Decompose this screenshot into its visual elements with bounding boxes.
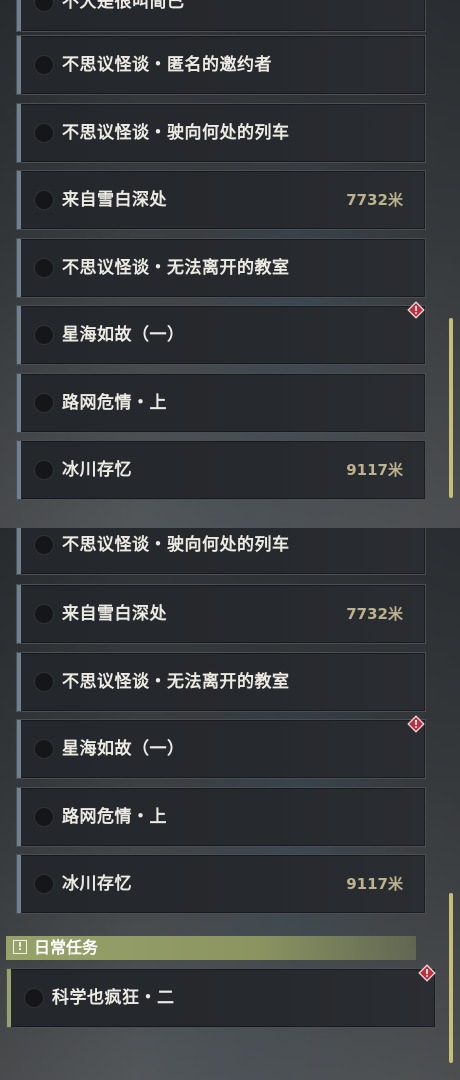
quest-radio[interactable]	[34, 258, 54, 278]
quest-distance: 9117米	[346, 875, 403, 893]
quest-item[interactable]: 路网危情・上	[16, 787, 426, 847]
quest-label: 不思议怪谈・匿名的邀约者	[62, 55, 272, 75]
quest-label: 冰川存忆	[62, 874, 132, 894]
quest-item[interactable]: 来自雪白深处 7732米	[16, 584, 426, 644]
quest-item[interactable]: 星海如故（一）	[16, 719, 426, 779]
daily-tasks-title: 日常任务	[34, 938, 99, 957]
quest-radio[interactable]	[34, 874, 54, 894]
quest-label: 星海如故（一）	[62, 325, 185, 345]
quest-label: 不大是很叫简已	[62, 0, 185, 12]
quest-radio[interactable]	[34, 0, 54, 12]
quest-item[interactable]: 冰川存忆 9117米	[16, 854, 426, 914]
quest-radio[interactable]	[34, 460, 54, 480]
quest-label: 冰川存忆	[62, 460, 132, 480]
quest-radio[interactable]	[34, 739, 54, 759]
quest-item-daily[interactable]: 科学也疯狂・二	[6, 968, 436, 1028]
quest-radio[interactable]	[34, 325, 54, 345]
quest-radio[interactable]	[34, 672, 54, 692]
quest-label: 星海如故（一）	[62, 739, 185, 759]
quest-radio[interactable]	[34, 393, 54, 413]
quest-label: 不思议怪谈・无法离开的教室	[62, 258, 290, 278]
quest-distance: 7732米	[346, 605, 403, 623]
quest-radio[interactable]	[34, 535, 54, 555]
quest-item[interactable]: 不思议怪谈・匿名的邀约者	[16, 35, 426, 95]
quest-panel-top: 不大是很叫简已 不思议怪谈・匿名的邀约者 不思议怪谈・驶向何处的列车 来自雪白深…	[0, 0, 460, 528]
quest-radio[interactable]	[34, 604, 54, 624]
quest-item[interactable]: 不思议怪谈・无法离开的教室	[16, 238, 426, 298]
quest-item[interactable]: 星海如故（一）	[16, 305, 426, 365]
quest-radio[interactable]	[24, 988, 44, 1008]
quest-item[interactable]: 不大是很叫简已	[16, 0, 426, 32]
quest-radio[interactable]	[34, 55, 54, 75]
quest-distance: 9117米	[346, 461, 403, 479]
quest-item[interactable]: 来自雪白深处 7732米	[16, 170, 426, 230]
quest-label: 路网危情・上	[62, 807, 167, 827]
quest-label: 不思议怪谈・驶向何处的列车	[62, 123, 290, 143]
quest-item[interactable]: 不思议怪谈・驶向何处的列车	[16, 103, 426, 163]
quest-item[interactable]: 不思议怪谈・无法离开的教室	[16, 652, 426, 712]
quest-label: 来自雪白深处	[62, 190, 167, 210]
quest-item[interactable]: 冰川存忆 9117米	[16, 440, 426, 500]
exclamation-box-icon: !	[13, 940, 27, 954]
alert-diamond-icon	[407, 715, 425, 733]
alert-diamond-icon	[418, 964, 436, 982]
quest-label: 路网危情・上	[62, 393, 167, 413]
scrollbar-thumb[interactable]	[449, 318, 453, 498]
scrollbar-thumb[interactable]	[449, 893, 453, 1063]
quest-distance: 7732米	[346, 191, 403, 209]
quest-label: 来自雪白深处	[62, 604, 167, 624]
quest-radio[interactable]	[34, 123, 54, 143]
quest-label: 不思议怪谈・驶向何处的列车	[62, 535, 290, 555]
quest-radio[interactable]	[34, 807, 54, 827]
quest-label: 科学也疯狂・二	[52, 988, 175, 1008]
quest-item[interactable]: 不思议怪谈・驶向何处的列车	[16, 528, 426, 575]
quest-label: 不思议怪谈・无法离开的教室	[62, 672, 290, 692]
quest-radio[interactable]	[34, 190, 54, 210]
alert-diamond-icon	[407, 301, 425, 319]
quest-item[interactable]: 路网危情・上	[16, 373, 426, 433]
daily-tasks-header[interactable]: ! 日常任务	[6, 936, 416, 960]
